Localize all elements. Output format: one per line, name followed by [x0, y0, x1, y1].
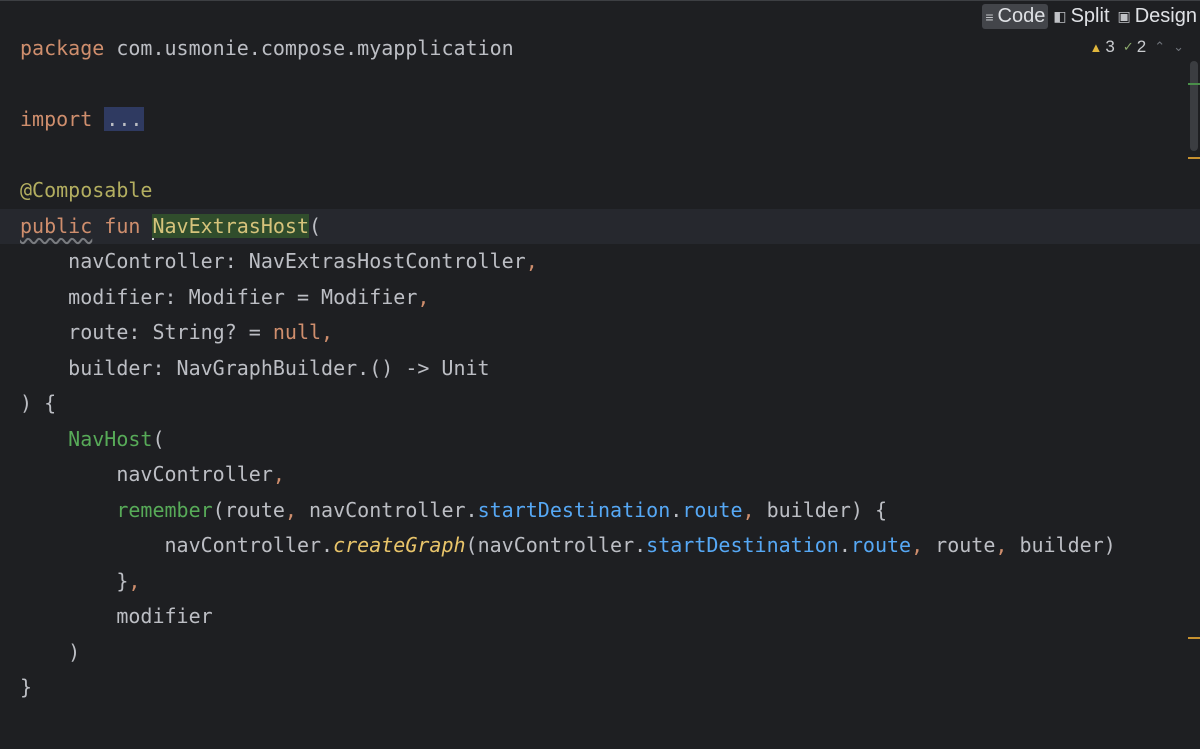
code-line: modifier [20, 599, 1160, 635]
comma: , [911, 533, 924, 557]
argument: (navController. [465, 533, 647, 557]
property: route [682, 497, 743, 522]
code-line: package com.usmonie.compose.myapplicatio… [20, 31, 1160, 67]
parameter: navController: NavExtrasHostController [20, 249, 526, 273]
split-mode-label: Split [1070, 5, 1110, 27]
code-line: navController: NavExtrasHostController, [20, 244, 1160, 280]
current-code-line: public fun NavExtrasHost( [0, 208, 1200, 244]
extension-call: createGraph [333, 533, 466, 557]
argument: builder) [1007, 533, 1116, 557]
redundant-modifier: public [20, 213, 93, 238]
keyword: fun [104, 213, 141, 238]
argument: navController. [296, 497, 478, 522]
view-mode-switcher: ≡ Code ◧ Split ▣ Design [982, 4, 1200, 29]
vertical-scrollbar[interactable] [1190, 61, 1198, 151]
code-mode-button[interactable]: ≡ Code [982, 4, 1049, 29]
function-call: remember [116, 497, 213, 522]
property: startDestination [646, 533, 839, 557]
comma: , [272, 462, 285, 486]
change-marker[interactable] [1188, 83, 1200, 85]
paren: ) [20, 639, 81, 664]
warning-marker[interactable] [1188, 637, 1200, 639]
code-line: }, [20, 564, 1160, 600]
argument: builder) { [754, 497, 887, 522]
lines-icon: ≡ [985, 8, 994, 25]
comma: , [284, 497, 297, 522]
function-call: NavHost [68, 426, 153, 451]
dot: . [670, 497, 683, 522]
brace: } [20, 675, 33, 699]
code-editor[interactable]: ≡ Code ◧ Split ▣ Design ▲ 3 ✓ 2 ⌃ ⌄ pack… [0, 0, 1200, 749]
folded-imports[interactable]: ... [104, 107, 145, 131]
split-mode-button[interactable]: ◧ Split [1050, 4, 1112, 29]
code-line: ) { [20, 386, 1160, 422]
comma: , [128, 568, 141, 593]
code-line: } [20, 670, 1160, 706]
parameter: builder: NavGraphBuilder.() -> Unit [20, 355, 490, 380]
argument: navController [20, 462, 273, 486]
code-area[interactable]: package com.usmonie.compose.myapplicatio… [0, 31, 1200, 706]
code-line: navController.createGraph(navController.… [20, 528, 1160, 564]
annotation: @Composable [20, 178, 153, 202]
comma: , [525, 249, 538, 273]
property: startDestination [477, 497, 671, 522]
code-line: builder: NavGraphBuilder.() -> Unit [20, 351, 1160, 387]
split-icon: ◧ [1053, 8, 1067, 24]
parameter: route: String? = [20, 320, 273, 344]
brace: ) { [20, 391, 57, 415]
code-line: navController, [20, 457, 1160, 493]
brace: } [20, 568, 129, 593]
next-highlight-icon[interactable]: ⌄ [1173, 39, 1184, 55]
code-mode-label: Code [997, 5, 1046, 27]
keyword: package [20, 36, 105, 60]
argument: route [923, 533, 996, 557]
parameter: modifier: Modifier = Modifier [20, 284, 418, 309]
comma: , [995, 533, 1008, 557]
code-line: import ... [20, 102, 1160, 138]
keyword: import [20, 107, 93, 131]
code-line: route: String? = null, [20, 315, 1160, 351]
code-line: modifier: Modifier = Modifier, [20, 280, 1160, 316]
design-mode-button[interactable]: ▣ Design [1115, 4, 1200, 29]
dot: . [838, 533, 851, 557]
property: route [850, 533, 912, 557]
argument: modifier [20, 604, 213, 628]
code-line: remember(route, navController.startDesti… [20, 493, 1160, 529]
warning-marker[interactable] [1188, 157, 1200, 159]
design-mode-label: Design [1134, 5, 1197, 27]
comma: , [321, 320, 334, 344]
null-keyword: null [272, 320, 322, 344]
comma: , [417, 284, 430, 309]
image-icon: ▣ [1117, 8, 1131, 24]
argument: (route [212, 497, 285, 522]
code-line: @Composable [20, 173, 1160, 209]
function-name: NavExtrasHost [152, 213, 310, 238]
comma: , [742, 497, 755, 522]
code-line: NavHost( [20, 422, 1160, 458]
paren: ( [152, 426, 165, 451]
receiver: navController. [20, 533, 334, 557]
paren: ( [309, 213, 322, 238]
package-name: com.usmonie.compose.myapplication [104, 36, 514, 60]
code-line: ) [20, 635, 1160, 671]
